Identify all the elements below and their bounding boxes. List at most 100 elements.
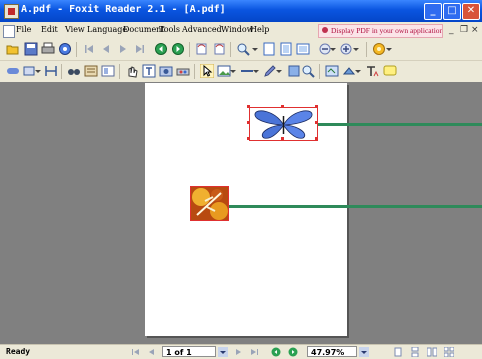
menu-tools[interactable]: Tools bbox=[159, 25, 180, 34]
previous-page-icon[interactable] bbox=[99, 42, 113, 56]
chevron-down-icon[interactable] bbox=[35, 64, 41, 78]
pencil-icon[interactable] bbox=[263, 64, 277, 78]
menu-help[interactable]: Help bbox=[250, 25, 269, 34]
annotation-arrow bbox=[318, 123, 482, 126]
image-tool-icon[interactable] bbox=[217, 64, 231, 78]
chevron-down-icon[interactable] bbox=[355, 64, 361, 78]
chevron-down-icon[interactable] bbox=[386, 42, 392, 56]
select-hand-icon[interactable] bbox=[125, 64, 139, 78]
menu-edit[interactable]: Edit bbox=[41, 25, 58, 34]
window-title: A.pdf - Foxit Reader 2.1 - [A.pdf] bbox=[21, 4, 226, 15]
rectangle-tool-icon[interactable] bbox=[287, 64, 301, 78]
go-forward-icon[interactable] bbox=[171, 42, 185, 56]
fit-width-icon[interactable] bbox=[296, 42, 310, 56]
chevron-down-icon[interactable] bbox=[230, 64, 236, 78]
select-annotation-icon[interactable] bbox=[200, 64, 214, 78]
document-icon[interactable] bbox=[3, 25, 15, 38]
toolbar-separator bbox=[366, 42, 367, 57]
menu-view[interactable]: View bbox=[65, 25, 85, 34]
resize-handle[interactable] bbox=[315, 137, 318, 140]
page-number-field[interactable]: 1 of 1 bbox=[162, 346, 216, 357]
chevron-down-icon[interactable] bbox=[276, 64, 282, 78]
minimize-button[interactable]: _ bbox=[424, 3, 442, 20]
continuous-view-icon[interactable] bbox=[410, 347, 420, 357]
rotate-right-icon[interactable] bbox=[212, 42, 226, 56]
resize-handle[interactable] bbox=[247, 121, 250, 124]
line-tool-icon[interactable] bbox=[240, 64, 254, 78]
toolbar-tools bbox=[0, 61, 482, 83]
continuous-facing-view-icon[interactable] bbox=[444, 347, 454, 357]
status-text: Ready bbox=[6, 347, 31, 356]
actual-size-icon[interactable] bbox=[262, 42, 276, 56]
next-page-icon[interactable] bbox=[233, 347, 243, 357]
zoom-in-icon[interactable] bbox=[339, 42, 353, 56]
zoom-field[interactable]: 47.97% bbox=[307, 346, 357, 357]
maximize-button[interactable]: □ bbox=[443, 3, 461, 20]
typewriter-icon[interactable] bbox=[176, 64, 190, 78]
form-tool-icon[interactable] bbox=[325, 64, 339, 78]
first-page-icon[interactable] bbox=[131, 347, 141, 357]
zoom-icon[interactable] bbox=[236, 42, 250, 56]
chevron-down-icon[interactable] bbox=[218, 347, 228, 357]
close-button[interactable]: ✕ bbox=[462, 3, 480, 20]
mdi-close-button[interactable]: × bbox=[471, 25, 479, 35]
menu-language[interactable]: Language bbox=[87, 25, 127, 34]
first-page-icon[interactable] bbox=[82, 42, 96, 56]
go-back-icon[interactable] bbox=[271, 347, 281, 357]
help-icon[interactable] bbox=[372, 42, 386, 56]
chevron-down-icon[interactable] bbox=[253, 64, 259, 78]
go-forward-icon[interactable] bbox=[288, 347, 298, 357]
single-page-view-icon[interactable] bbox=[393, 347, 403, 357]
chevron-down-icon[interactable] bbox=[330, 42, 336, 56]
fit-page-icon[interactable] bbox=[279, 42, 293, 56]
toolbar-separator bbox=[319, 64, 320, 79]
thumbnails-icon[interactable] bbox=[101, 64, 115, 78]
last-page-icon[interactable] bbox=[133, 42, 147, 56]
foxit-app-icon[interactable] bbox=[4, 4, 19, 19]
menu-window[interactable]: Window bbox=[221, 25, 254, 34]
bookmarks-icon[interactable] bbox=[84, 64, 98, 78]
mdi-restore-button[interactable]: ❐ bbox=[460, 25, 468, 35]
hand-tool-icon[interactable] bbox=[6, 64, 20, 78]
resize-handle[interactable] bbox=[247, 137, 250, 140]
facing-view-icon[interactable] bbox=[427, 347, 437, 357]
toolbar-separator bbox=[194, 64, 195, 79]
promo-icon bbox=[322, 27, 328, 33]
text-tool-icon[interactable] bbox=[365, 64, 379, 78]
chevron-down-icon[interactable] bbox=[359, 347, 369, 357]
menu-file[interactable]: File bbox=[16, 25, 31, 34]
rotate-left-icon[interactable] bbox=[195, 42, 209, 56]
magnifier-icon[interactable] bbox=[301, 64, 315, 78]
go-back-icon[interactable] bbox=[154, 42, 168, 56]
last-page-icon[interactable] bbox=[249, 347, 259, 357]
menu-advanced[interactable]: Advanced bbox=[182, 25, 222, 34]
page-indicator: 1 of 1 bbox=[166, 348, 192, 357]
flower-image[interactable] bbox=[190, 186, 229, 221]
butterfly-image[interactable] bbox=[249, 107, 318, 141]
toolbar-separator bbox=[230, 42, 231, 57]
annotation-arrow bbox=[229, 205, 482, 208]
resize-handle[interactable] bbox=[247, 105, 250, 108]
toolbar-separator bbox=[61, 64, 62, 79]
snapshot-icon[interactable] bbox=[159, 64, 173, 78]
find-icon[interactable] bbox=[67, 64, 81, 78]
select-text-icon[interactable] bbox=[142, 64, 156, 78]
save-icon[interactable] bbox=[24, 42, 38, 56]
chevron-down-icon[interactable] bbox=[353, 42, 359, 56]
resize-handle[interactable] bbox=[281, 137, 284, 140]
note-icon[interactable] bbox=[383, 64, 397, 78]
highlight-tool-icon[interactable] bbox=[342, 64, 356, 78]
resize-handle[interactable] bbox=[315, 105, 318, 108]
previous-page-icon[interactable] bbox=[147, 347, 157, 357]
toolbar-separator bbox=[119, 64, 120, 79]
title-bar[interactable]: A.pdf - Foxit Reader 2.1 - [A.pdf] _ □ ✕ bbox=[0, 0, 482, 22]
chevron-down-icon[interactable] bbox=[252, 42, 258, 56]
next-page-icon[interactable] bbox=[116, 42, 130, 56]
mdi-minimize-button[interactable]: _ bbox=[449, 25, 454, 35]
continuous-page-icon[interactable] bbox=[44, 64, 58, 78]
open-folder-icon[interactable] bbox=[6, 42, 20, 56]
print-icon[interactable] bbox=[41, 42, 55, 56]
promo-banner[interactable]: Display PDF in your own applications bbox=[318, 24, 443, 38]
resize-handle[interactable] bbox=[281, 105, 284, 108]
email-icon[interactable] bbox=[58, 42, 72, 56]
